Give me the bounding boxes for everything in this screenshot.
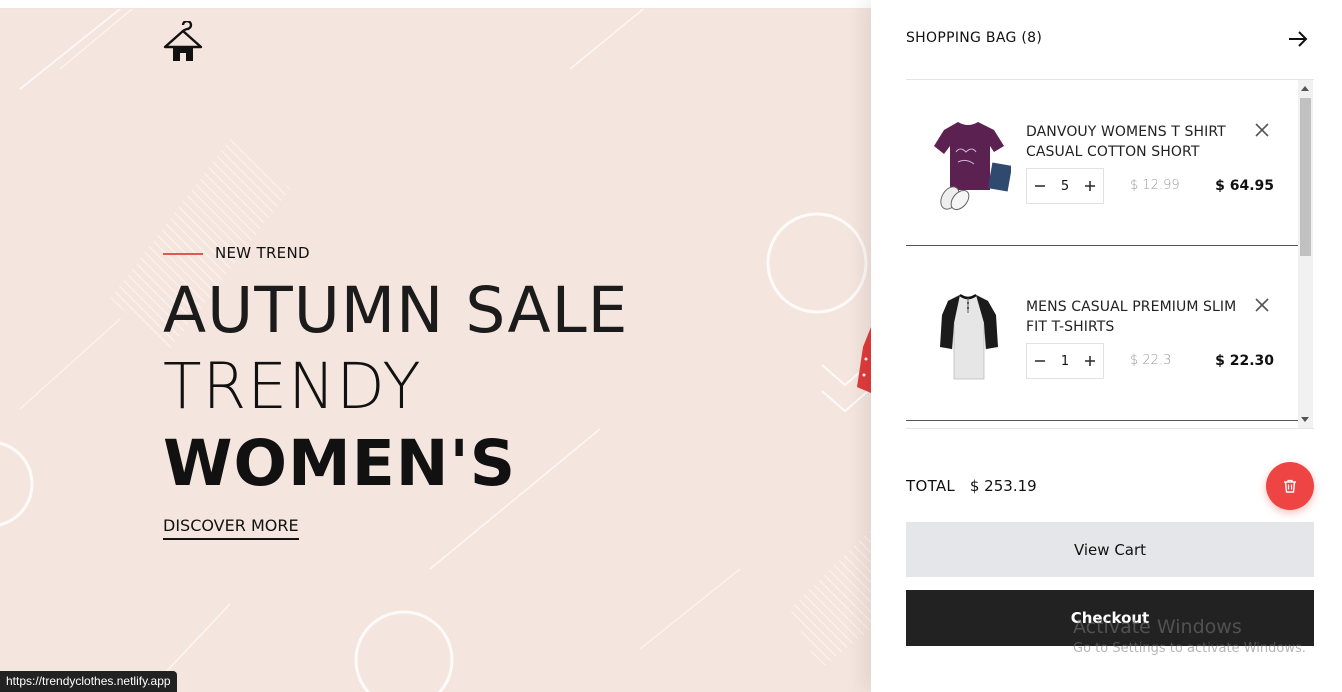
headline-line-1: AUTUMN SALE [163,274,629,347]
cart-item: DANVOUY WOMENS T SHIRT CASUAL COTTON SHO… [906,80,1298,246]
list-divider-bottom [906,428,1314,429]
scrollbar-thumb[interactable] [1300,98,1311,256]
cart-item-list: DANVOUY WOMENS T SHIRT CASUAL COTTON SHO… [906,80,1298,428]
minus-icon[interactable] [1033,179,1047,193]
hanger-icon[interactable] [160,21,206,67]
hero-eyebrow: NEW TREND [215,244,310,262]
clear-cart-button[interactable] [1266,462,1314,510]
headline-line-3: WOMEN'S [163,427,517,500]
shopping-bag-title: SHOPPING BAG (8) [906,30,1043,46]
checkout-button[interactable]: Checkout [906,590,1314,646]
quantity-stepper: 1 [1026,343,1104,379]
view-cart-button[interactable]: View Cart [906,522,1314,577]
cart-item: MENS CASUAL PREMIUM SLIM FIT T-SHIRTS 1 … [906,255,1298,421]
cart-list-scrollbar[interactable] [1298,80,1313,429]
total-value: $ 253.19 [969,477,1037,495]
cart-item-name[interactable]: MENS CASUAL PREMIUM SLIM FIT T-SHIRTS [1026,297,1246,337]
line-total: $ 22.30 [1215,353,1274,369]
status-bar-url: https://trendyclothes.netlify.app [0,671,177,692]
trash-icon [1284,479,1296,493]
top-bar [0,0,871,9]
unit-price: $ 22.3 [1130,353,1172,368]
line-total: $ 64.95 [1215,178,1274,194]
product-thumbnail-raglan-tshirt[interactable] [926,287,1011,387]
cart-item-name[interactable]: DANVOUY WOMENS T SHIRT CASUAL COTTON SHO… [1026,122,1246,162]
cart-total: TOTAL $ 253.19 [906,477,1037,495]
scroll-down-arrow-icon[interactable] [1301,417,1309,422]
close-icon[interactable] [1254,297,1270,313]
quantity-value: 5 [1060,178,1070,194]
product-image-edge [857,327,871,393]
quantity-value: 1 [1060,353,1070,369]
total-label: TOTAL [906,477,956,495]
shopping-bag-panel: SHOPPING BAG (8) DANVOUY WOMENS T SHIRT … [871,0,1342,692]
arrow-right-icon[interactable] [1285,26,1311,52]
plus-icon[interactable] [1083,354,1097,368]
hero-headline: AUTUMN SALE TRENDY WOMEN'S [163,273,628,503]
product-thumbnail-purple-tshirt[interactable] [926,112,1011,212]
headline-line-2: TRENDY [163,350,422,423]
close-icon[interactable] [1254,122,1270,138]
plus-icon[interactable] [1083,179,1097,193]
minus-icon[interactable] [1033,354,1047,368]
quantity-stepper: 5 [1026,168,1104,204]
eyebrow-accent-line [163,253,203,255]
unit-price: $ 12.99 [1130,178,1180,193]
discover-more-link[interactable]: DISCOVER MORE [163,516,299,540]
scroll-up-arrow-icon[interactable] [1301,86,1309,91]
